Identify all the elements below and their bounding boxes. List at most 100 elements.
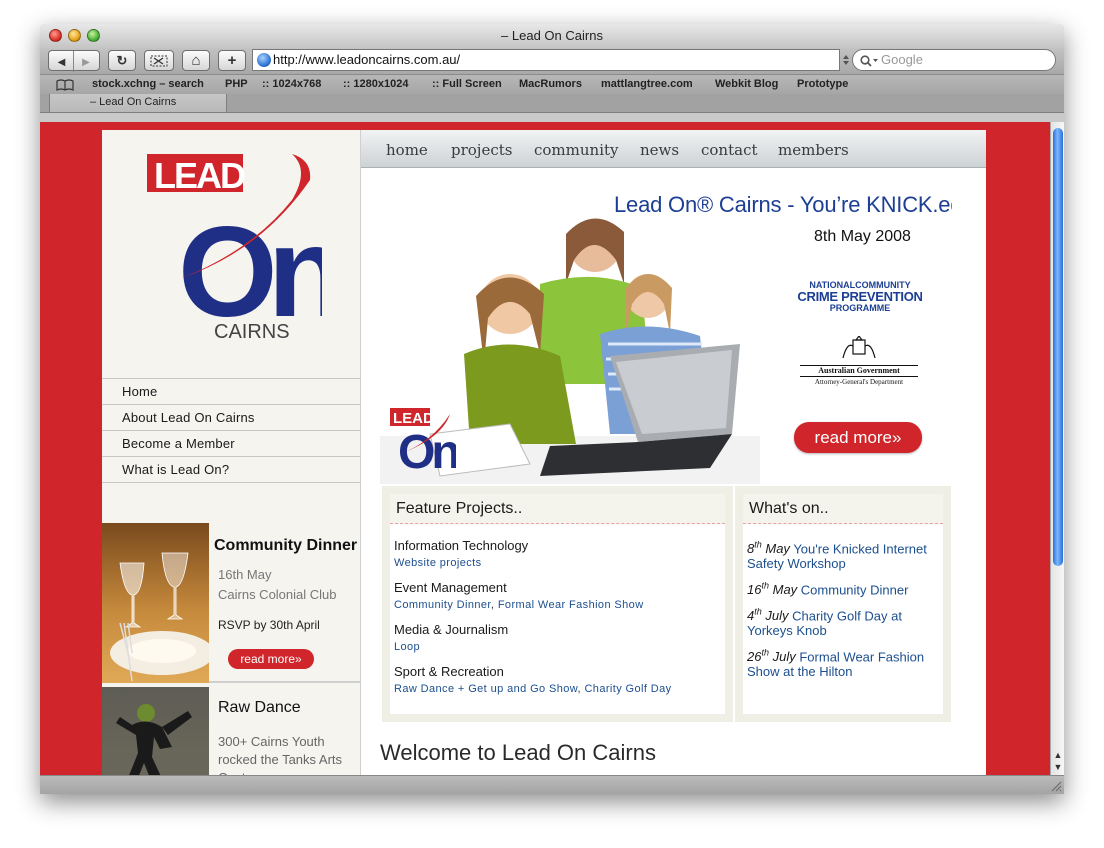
- whats-on-heading: What's on..: [743, 494, 943, 524]
- logo-cairns-text: CAIRNS: [214, 321, 290, 340]
- feature-link-loop[interactable]: Loop: [394, 641, 420, 653]
- vertical-scrollbar[interactable]: ▲ ▼: [1050, 122, 1064, 775]
- feature-category: Sport & Recreation: [394, 664, 504, 679]
- whats-on-event[interactable]: 8th May You're Knicked Internet Safety W…: [747, 538, 947, 571]
- left-nav-home[interactable]: Home: [102, 379, 361, 405]
- home-icon: ⌂: [191, 52, 201, 69]
- top-nav-members[interactable]: members: [778, 141, 849, 159]
- title-bar: – Lead On Cairns: [40, 24, 1064, 48]
- scissors-icon: [150, 55, 168, 67]
- bookmark-1280[interactable]: :: 1280x1024: [343, 78, 408, 90]
- forward-button[interactable]: ▶: [74, 51, 98, 72]
- mini-logo-on-text: On: [398, 426, 456, 474]
- main-column: home projects community news contact mem…: [361, 130, 986, 775]
- toolbar: ◀ ▶ ↻ ⌂ + http://www.leadoncairns.com.au…: [40, 48, 1064, 74]
- home-button[interactable]: ⌂: [182, 50, 210, 71]
- reload-icon: ↻: [116, 53, 128, 68]
- snippet-button[interactable]: [144, 50, 174, 71]
- banner-headline: Lead On® Cairns - You’re KNICK.ed: [614, 192, 952, 217]
- url-text: http://www.leadoncairns.com.au/: [273, 52, 461, 67]
- back-icon: ◀: [57, 57, 66, 68]
- ncp-logo: NATIONALCOMMUNITY CRIME PREVENTION PROGR…: [790, 280, 930, 313]
- bookmark-mattlangtree[interactable]: mattlangtree.com: [601, 78, 693, 90]
- reload-button[interactable]: ↻: [108, 50, 136, 71]
- welcome-heading: Welcome to Lead On Cairns: [380, 740, 656, 765]
- feature-projects-box: Feature Projects.. Information Technolog…: [382, 486, 733, 722]
- search-icon: [860, 55, 878, 67]
- feature-category: Information Technology: [394, 538, 529, 553]
- banner-date: 8th May 2008: [814, 228, 911, 245]
- page-viewport: LEAD On CAIRNS Home About Lead On Cairns…: [40, 122, 1050, 775]
- mini-logo-lead-text: LEAD: [393, 410, 434, 427]
- bookmark-php[interactable]: PHP: [225, 78, 248, 90]
- whats-on-event[interactable]: 26th July Formal Wear Fashion Show at th…: [747, 646, 947, 679]
- whats-on-event[interactable]: 4th July Charity Golf Day at Yorkeys Kno…: [747, 605, 947, 638]
- scroll-arrows[interactable]: ▲ ▼: [1051, 749, 1064, 773]
- promo1-rsvp: RSVP by 30th April: [218, 618, 320, 632]
- australian-government-logo: Australian Government Attorney-General's…: [800, 335, 918, 387]
- top-nav: home projects community news contact mem…: [361, 130, 986, 168]
- left-column: LEAD On CAIRNS Home About Lead On Cairns…: [102, 130, 361, 775]
- resize-handle-icon: [843, 55, 849, 65]
- bookmark-1024[interactable]: :: 1024x768: [262, 78, 321, 90]
- back-button[interactable]: ◀: [50, 51, 74, 72]
- plus-icon: +: [227, 52, 237, 69]
- add-bookmark-button[interactable]: +: [218, 50, 246, 71]
- bookmark-stockxchng[interactable]: stock.xchng – search: [92, 78, 204, 90]
- hero-banner: LEAD On Lead On® Cairns - You’re KNICK.e…: [380, 184, 952, 484]
- whats-on-box: What's on.. 8th May You're Knicked Inter…: [735, 486, 951, 722]
- promo1-read-more-button[interactable]: read more»: [228, 649, 314, 669]
- tab-bar: – Lead On Cairns: [40, 94, 1064, 113]
- banner-read-more-button[interactable]: read more»: [794, 422, 922, 453]
- promo2-title: Raw Dance: [218, 699, 301, 716]
- whats-on-event-link[interactable]: Community Dinner: [801, 582, 909, 597]
- bookmarks-bar: stock.xchng – search PHP :: 1024x768 :: …: [40, 74, 1064, 94]
- ag-line-1: Australian Government: [800, 365, 918, 376]
- top-nav-community[interactable]: community: [534, 141, 619, 159]
- search-placeholder: Google: [881, 52, 923, 67]
- bookmark-webkit[interactable]: Webkit Blog: [715, 78, 778, 90]
- left-nav-become-member[interactable]: Become a Member: [102, 431, 361, 457]
- left-nav-about[interactable]: About Lead On Cairns: [102, 405, 361, 431]
- forward-icon: ▶: [82, 57, 90, 68]
- feature-link-charity-golf[interactable]: Charity Golf Day: [584, 683, 671, 695]
- status-bar: [40, 775, 1064, 794]
- promo1-title: Community Dinner: [214, 537, 358, 554]
- bookmark-fullscreen[interactable]: :: Full Screen: [432, 78, 502, 90]
- lead-on-cairns-logo[interactable]: LEAD On CAIRNS: [142, 140, 322, 340]
- back-forward-group: ◀ ▶: [48, 50, 100, 72]
- feature-link-community-dinner[interactable]: Community Dinner: [394, 599, 491, 611]
- top-nav-home[interactable]: home: [386, 141, 428, 159]
- browser-window: – Lead On Cairns ◀ ▶ ↻ ⌂ + http://www.le…: [40, 24, 1064, 794]
- promo2-text: 300+ Cairns Youth rocked the Tanks Arts …: [218, 734, 343, 775]
- scroll-down-arrow-icon[interactable]: ▼: [1051, 761, 1064, 773]
- feature-link-website-projects[interactable]: Website projects: [394, 557, 482, 569]
- left-nav-what-is-lead-on[interactable]: What is Lead On?: [102, 457, 361, 483]
- logo-lead-text: LEAD: [154, 155, 245, 196]
- bookmark-prototype[interactable]: Prototype: [797, 78, 848, 90]
- resize-grip-icon[interactable]: [1050, 780, 1062, 792]
- book-icon[interactable]: [56, 79, 74, 91]
- tab-lead-on-cairns[interactable]: – Lead On Cairns: [49, 94, 227, 113]
- bookmark-macrumors[interactable]: MacRumors: [519, 78, 582, 90]
- dinner-table-image: [102, 523, 209, 683]
- ncp-line-3: PROGRAMME: [829, 303, 891, 313]
- window-title: – Lead On Cairns: [501, 28, 603, 43]
- top-nav-contact[interactable]: contact: [701, 141, 758, 159]
- url-field[interactable]: http://www.leadoncairns.com.au/: [252, 49, 840, 71]
- whats-on-event[interactable]: 16th May Community Dinner: [747, 579, 947, 597]
- feature-link-raw-dance[interactable]: Raw Dance + Get up and Go Show: [394, 683, 578, 695]
- globe-icon: [257, 53, 271, 67]
- top-nav-projects[interactable]: projects: [451, 141, 512, 159]
- feature-category: Media & Journalism: [394, 622, 509, 637]
- top-nav-news[interactable]: news: [640, 141, 679, 159]
- ag-line-2: Attorney-General's Department: [800, 376, 918, 387]
- feature-link-formal-wear[interactable]: Formal Wear Fashion Show: [498, 599, 644, 611]
- ncp-line-2: CRIME PREVENTION: [797, 289, 923, 304]
- promo-community-dinner: Community Dinner 16th May Cairns Colonia…: [102, 523, 361, 683]
- promo-raw-dance: Raw Dance 300+ Cairns Youth rocked the T…: [102, 687, 361, 775]
- search-field[interactable]: Google: [852, 49, 1056, 71]
- scrollbar-thumb[interactable]: [1053, 128, 1063, 566]
- promo1-date: 16th May: [218, 567, 272, 582]
- scroll-up-arrow-icon[interactable]: ▲: [1051, 749, 1064, 761]
